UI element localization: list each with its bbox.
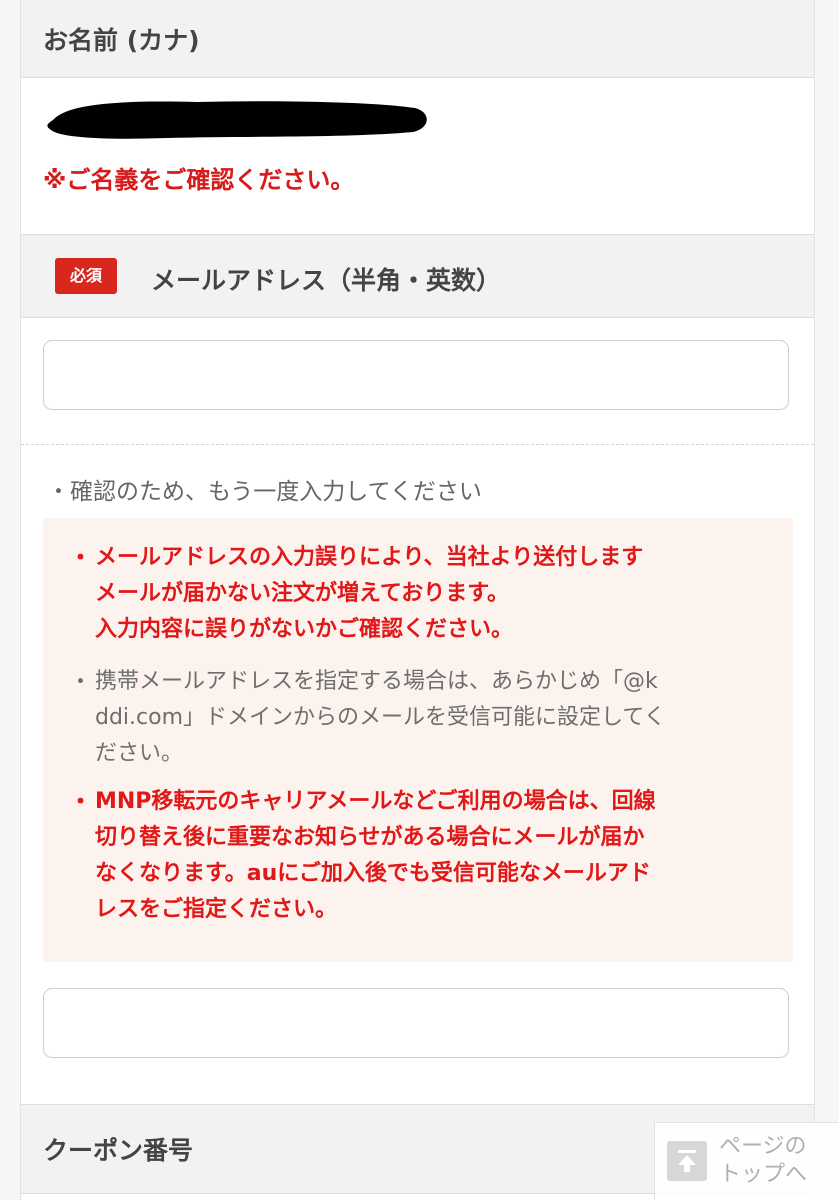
email-confirm-input[interactable] xyxy=(43,988,789,1058)
notice-bullet: ・ xyxy=(69,545,92,571)
email-input[interactable] xyxy=(43,340,789,410)
kana-name-label: お名前 (カナ) xyxy=(43,26,200,55)
notice-line: なくなります。auにご加入後でも受信可能なメールアド xyxy=(95,861,651,886)
notice-line: ddi.com」ドメインからのメールを受信可能に設定してく xyxy=(95,705,666,730)
notice-line: 切り替え後に重要なお知らせがある場合にメールが届か xyxy=(95,825,645,850)
redacted-name-value xyxy=(47,101,427,139)
notice-line: ださい。 xyxy=(95,741,184,766)
notice-line: メールアドレスの入力誤りにより、当社より送付します xyxy=(95,545,644,570)
notice-line: 入力内容に誤りがないかご確認ください。 xyxy=(95,617,514,642)
notice-line: メールが届かない注文が増えております。 xyxy=(95,581,510,606)
email-label: メールアドレス（半角・英数） xyxy=(151,266,502,295)
email-section-header: 必須 メールアドレス（半角・英数） xyxy=(21,234,814,318)
notice-bullet: ・ xyxy=(69,789,92,815)
notice-line: MNP移転元のキャリアメールなどご利用の場合は、回線 xyxy=(95,789,656,814)
email-notice-box: ・ メールアドレスの入力誤りにより、当社より送付します メールが届かない注文が増… xyxy=(43,518,793,962)
form-card: お名前 (カナ) ※ご名義をご確認ください。 必須 メールアドレス（半角・英数）… xyxy=(20,0,815,1200)
required-badge: 必須 xyxy=(55,258,117,294)
coupon-label: クーポン番号 xyxy=(43,1136,194,1165)
page-top-label: ページの トップへ xyxy=(719,1133,807,1189)
page-top-label-line1: ページの xyxy=(719,1134,807,1159)
notice-line: 携帯メールアドレスを指定する場合は、あらかじめ「@k xyxy=(95,669,658,694)
kana-name-section-header: お名前 (カナ) xyxy=(21,0,814,78)
arrow-up-to-top-icon xyxy=(667,1141,707,1181)
order-form-page: お名前 (カナ) ※ご名義をご確認ください。 必須 メールアドレス（半角・英数）… xyxy=(0,0,839,1200)
notice-line: レスをご指定ください。 xyxy=(95,897,338,922)
page-top-label-line2: トップへ xyxy=(719,1162,808,1187)
name-confirm-note: ※ご名義をご確認ください。 xyxy=(43,166,355,194)
page-top-button[interactable]: ページの トップへ xyxy=(654,1122,839,1200)
dashed-divider xyxy=(21,444,814,445)
notice-bullet: ・ xyxy=(69,669,92,695)
email-confirm-label: ・確認のため、もう一度入力してください xyxy=(47,479,482,505)
